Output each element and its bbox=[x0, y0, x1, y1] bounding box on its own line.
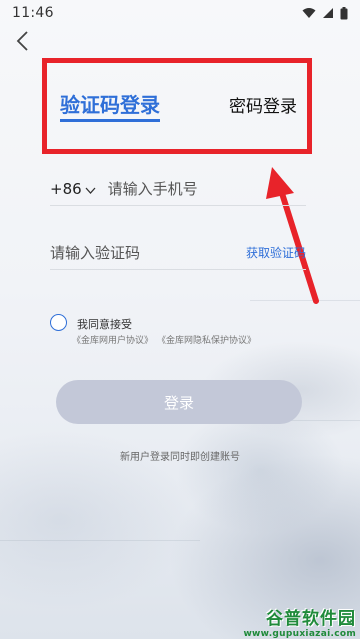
country-code-selector[interactable]: +86 bbox=[50, 180, 96, 198]
background-detail bbox=[0, 540, 200, 541]
login-button[interactable]: 登录 bbox=[56, 380, 302, 424]
watermark-title: 谷普软件园 bbox=[266, 609, 356, 629]
watermark: 谷普软件园 www.gupuxiazai.com bbox=[243, 604, 356, 639]
code-field-row: 获取验证码 bbox=[50, 236, 306, 270]
tab-password-login[interactable]: 密码登录 bbox=[229, 95, 297, 119]
phone-field-row: +86 bbox=[50, 172, 306, 206]
new-user-note: 新用户登录同时即创建账号 bbox=[120, 452, 240, 463]
watermark-url: www.gupuxiazai.com bbox=[243, 629, 356, 639]
agreement-links: 《金库网用户协议》 《金库网隐私保护协议》 bbox=[72, 333, 256, 346]
agreement-text: 我同意接受 bbox=[77, 318, 132, 331]
user-agreement-link[interactable]: 《金库网用户协议》 bbox=[72, 333, 153, 346]
phone-input[interactable] bbox=[107, 179, 298, 198]
tab-sms-login[interactable]: 验证码登录 bbox=[60, 93, 160, 122]
back-button[interactable] bbox=[10, 30, 34, 56]
status-bar: 11:46 bbox=[0, 0, 360, 26]
country-code-label: +86 bbox=[50, 179, 82, 198]
wifi-icon bbox=[302, 7, 316, 19]
get-code-button[interactable]: 获取验证码 bbox=[246, 244, 306, 261]
verification-code-input[interactable] bbox=[50, 243, 220, 262]
privacy-agreement-link[interactable]: 《金库网隐私保护协议》 bbox=[157, 333, 256, 346]
chevron-down-icon bbox=[85, 180, 96, 198]
signal-icon bbox=[322, 7, 334, 19]
status-time: 11:46 bbox=[12, 5, 54, 21]
battery-icon bbox=[340, 6, 348, 20]
back-arrow-icon bbox=[15, 30, 29, 56]
agreement-checkbox[interactable] bbox=[50, 314, 67, 331]
status-icons bbox=[302, 6, 348, 20]
